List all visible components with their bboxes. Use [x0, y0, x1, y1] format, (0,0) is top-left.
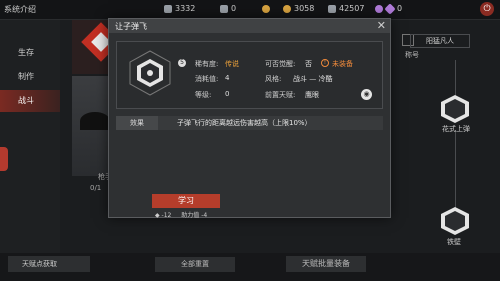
- talent-level-badge: 5: [178, 59, 186, 67]
- info-icon: !: [321, 59, 329, 67]
- talent-icon-frame: [126, 49, 174, 97]
- rarity-label: 稀有度:: [195, 60, 219, 68]
- awaken-label: 可否觉醒:: [265, 60, 296, 68]
- diamond-icon: [328, 4, 336, 13]
- top-bar: [0, 0, 500, 20]
- cost-label: 消耗值:: [195, 75, 219, 83]
- dialog-header: [109, 19, 390, 33]
- resource-value: 42507: [339, 4, 365, 13]
- title-badge[interactable]: 阳猛凡人: [410, 34, 470, 48]
- talent-node-label: 铁壁: [447, 238, 461, 246]
- resource-gem: 3332: [164, 4, 195, 13]
- sidebar-item-combat[interactable]: 战斗: [0, 90, 60, 112]
- resource-diamond: 42507: [328, 4, 364, 13]
- batch-equip-button[interactable]: 天赋批量装备: [286, 256, 366, 272]
- resource-scroll: 0: [220, 4, 236, 13]
- gem-cost-value: -12: [161, 212, 172, 219]
- coin-icon: [283, 4, 291, 13]
- learn-cost-row: ◆ -12 助力值 -4: [155, 210, 207, 219]
- resource-value: 0: [231, 4, 237, 13]
- add-coin-icon[interactable]: [262, 4, 270, 13]
- level-value: 0: [225, 90, 230, 98]
- resource-value: 3058: [294, 4, 315, 13]
- assist-cost-value: -4: [201, 212, 208, 219]
- side-drawer-handle[interactable]: [0, 147, 8, 171]
- eagle-eye-icon[interactable]: ◉: [361, 89, 372, 100]
- resource-coin: 3058: [262, 4, 314, 13]
- gem-cost-icon: ◆: [155, 212, 160, 219]
- system-intro-link[interactable]: 系统介绍: [4, 4, 36, 15]
- resource-value: 3332: [175, 4, 196, 13]
- sidebar-item-crafting[interactable]: 制作: [0, 66, 60, 88]
- resource-value: 0: [397, 4, 403, 13]
- gem-icon: [164, 4, 172, 13]
- character-count: 0/1: [90, 184, 102, 192]
- talent-detail-dialog: 让子弹飞 ✕ 5 稀有度: 传说 消耗值: 4 等级: 0 可否觉醒: 否 ! …: [108, 18, 391, 219]
- add-star-icon[interactable]: [375, 4, 383, 13]
- talent-points-button[interactable]: 天赋点获取: [8, 256, 90, 272]
- sidebar: 生存 制作 战斗: [0, 20, 60, 281]
- close-icon[interactable]: ✕: [377, 19, 386, 32]
- awaken-value: 否: [305, 60, 312, 68]
- pre-talent-label: 前置天赋:: [265, 91, 296, 99]
- reset-all-button[interactable]: 全部重置: [155, 257, 235, 272]
- resource-star: 0: [375, 2, 403, 15]
- assist-cost-label: 助力值: [181, 212, 200, 219]
- star-icon: [384, 2, 396, 15]
- effect-description: 子弹飞行的距离越远伤害越高（上限10%）: [177, 119, 312, 127]
- power-icon[interactable]: ⏻: [480, 2, 494, 16]
- learn-button[interactable]: 学习: [152, 194, 220, 208]
- talent-node-label: 花式上弹: [442, 125, 470, 133]
- dialog-title: 让子弹飞: [115, 22, 147, 31]
- hat-icon: [80, 112, 110, 130]
- tree-connector: [455, 130, 456, 210]
- style-value: 战斗 — 冷酷: [293, 75, 333, 83]
- tree-connector: [455, 60, 456, 98]
- rarity-value: 传说: [225, 60, 239, 68]
- level-label: 等级:: [195, 91, 212, 99]
- sidebar-item-survival[interactable]: 生存: [0, 42, 60, 64]
- title-label: 称号: [405, 51, 419, 59]
- equip-status: 未装备: [332, 60, 353, 68]
- pre-talent-value: 鹰眼: [305, 91, 319, 99]
- effect-label: 效果: [116, 116, 158, 130]
- scroll-icon: [220, 4, 228, 13]
- cost-value: 4: [225, 74, 230, 82]
- style-label: 风格:: [265, 75, 282, 83]
